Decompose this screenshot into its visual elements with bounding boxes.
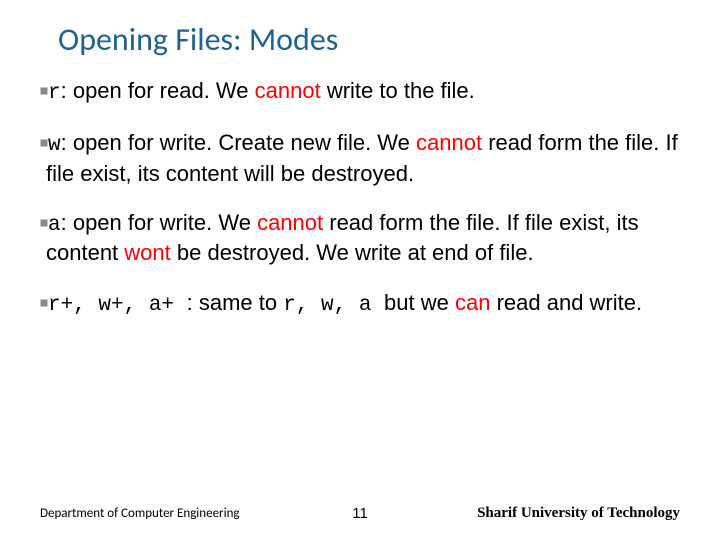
bullet-mode-plus: r+, w+, a+ : same to r, w, a but we can …: [40, 289, 680, 319]
emphasis: wont: [124, 240, 170, 265]
emphasis: cannot: [416, 130, 482, 155]
text: read and write.: [490, 290, 642, 315]
slide: Opening Files: Modes r: open for read. W…: [0, 0, 720, 540]
text: write to the file.: [321, 78, 475, 103]
emphasis: cannot: [255, 78, 321, 103]
emphasis: can: [455, 290, 490, 315]
emphasis: cannot: [257, 210, 323, 235]
page-number: 11: [352, 505, 368, 522]
text: : same to: [187, 290, 284, 315]
text: be destroyed. We write at end of file.: [171, 240, 534, 265]
mode-code: a: [48, 214, 61, 237]
bullet-mode-a: a: open for write. We cannot read form t…: [40, 209, 680, 267]
content-body: r: open for read. We cannot write to the…: [40, 77, 680, 319]
footer-department: Department of Computer Engineering: [40, 506, 240, 521]
text: but we: [384, 290, 455, 315]
text: : open for read. We: [61, 78, 255, 103]
mode-code-inline: r, w, a: [283, 294, 384, 317]
mode-code: r: [48, 82, 61, 105]
text: : open for write. Create new file. We: [61, 130, 416, 155]
footer-university: Sharif University of Technology: [477, 505, 680, 522]
bullet-mode-r: r: open for read. We cannot write to the…: [40, 77, 680, 107]
mode-code: w: [48, 134, 61, 157]
mode-code: r+, w+, a+: [48, 294, 187, 317]
text: : open for write. We: [61, 210, 257, 235]
footer: Department of Computer Engineering 11 Sh…: [0, 505, 720, 522]
bullet-mode-w: w: open for write. Create new file. We c…: [40, 129, 680, 187]
page-title: Opening Files: Modes: [58, 20, 680, 59]
